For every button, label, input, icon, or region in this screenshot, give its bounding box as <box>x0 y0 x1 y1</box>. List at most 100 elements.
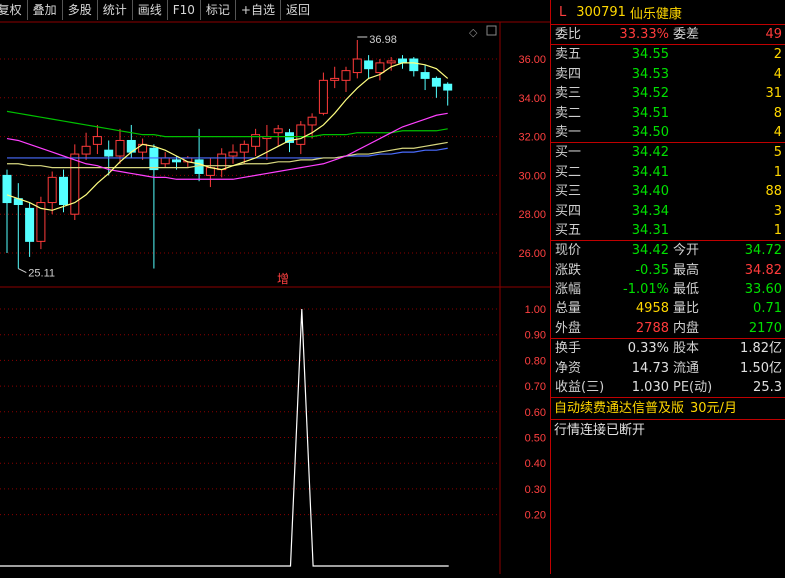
candle-body[interactable] <box>59 176 68 205</box>
weicha-label: 委差 <box>673 27 700 42</box>
stat-value: 34.72 <box>744 243 782 259</box>
stat-label: 涨幅 <box>555 282 582 298</box>
stat-label: 净资 <box>555 360 582 376</box>
ask-row[interactable]: 卖四 34.53 4 <box>551 65 785 84</box>
level-price: 34.51 <box>631 105 669 121</box>
candle-body[interactable] <box>420 72 430 79</box>
toolbar-button[interactable]: F10 <box>166 0 200 20</box>
bid-row[interactable]: 买五 34.31 1 <box>551 221 785 240</box>
stat-label: 量比 <box>673 301 700 317</box>
level-price: 34.52 <box>631 86 669 102</box>
stock-name: 仙乐健康 <box>629 6 682 22</box>
candle-body[interactable] <box>228 151 238 157</box>
level-volume: 4 <box>773 66 782 82</box>
price-tick-label: 32.00 <box>518 132 546 144</box>
candle-body[interactable] <box>239 143 249 153</box>
candle-body[interactable] <box>296 124 306 145</box>
candle-body[interactable] <box>364 60 374 70</box>
settings-box-icon[interactable] <box>486 25 497 36</box>
promo-text: 自动续费通达信普及版 <box>554 401 685 417</box>
stat-label: 内盘 <box>673 320 700 336</box>
ask-row[interactable]: 卖三 34.52 31 <box>551 84 785 103</box>
diamond-icon[interactable]: ◇ <box>469 26 478 39</box>
candle-body[interactable] <box>25 207 35 242</box>
candle-body[interactable] <box>375 62 385 74</box>
stat-label: 涨跌 <box>555 262 582 278</box>
candle-body[interactable] <box>149 147 159 171</box>
candle-body[interactable] <box>47 176 57 204</box>
toolbar-button[interactable]: 叠加 <box>26 0 62 20</box>
stat-row: 收益(三) 1.030 PE(动) 25.3 <box>551 378 785 397</box>
candle-body[interactable] <box>205 167 215 176</box>
toolbar-button[interactable]: 标记 <box>199 0 235 20</box>
indicator-tick-label: 0.50 <box>525 433 546 445</box>
candle-body[interactable] <box>341 70 351 81</box>
ask-row[interactable]: 卖二 34.51 8 <box>551 104 785 123</box>
candle-body[interactable] <box>409 58 419 72</box>
price-tick-label: 36.00 <box>518 54 546 66</box>
stat-row: 换手 0.33% 股本 1.82亿 <box>551 339 785 358</box>
stat-row: 外盘 2788 内盘 2170 <box>551 319 785 338</box>
indicator-tick-label: 0.80 <box>525 355 546 367</box>
stat-value: 14.73 <box>631 360 669 376</box>
bid-row[interactable]: 买四 34.34 3 <box>551 202 785 221</box>
bid-row[interactable]: 买三 34.40 88 <box>551 182 785 201</box>
candle-body[interactable] <box>2 174 12 204</box>
stat-value: 0.33% <box>627 341 669 357</box>
market-flag: L <box>559 4 567 20</box>
bid-row[interactable]: 买一 34.42 5 <box>551 143 785 162</box>
candle-body[interactable] <box>104 149 114 157</box>
candle-body[interactable] <box>431 77 441 87</box>
level-price: 34.42 <box>631 145 669 161</box>
high-annotation: 36.98 <box>369 34 397 46</box>
candle-body[interactable] <box>318 79 328 114</box>
connection-status: 行情连接已断开 <box>554 423 646 439</box>
candle-body[interactable] <box>273 128 283 134</box>
candle-body[interactable] <box>70 153 80 215</box>
chart-area[interactable]: 36.00 34.00 32.00 30.00 28.00 26.00 1.00 0.90 0.… <box>0 0 550 574</box>
level-label: 卖一 <box>555 124 582 140</box>
stat-label: 总量 <box>555 301 582 317</box>
low-annotation: 25.11 <box>28 268 55 280</box>
toolbar-button[interactable]: 多股 <box>61 0 97 20</box>
toolbar-button[interactable]: 返回 <box>279 0 315 20</box>
candle-body[interactable] <box>307 116 317 126</box>
ask-row[interactable]: 卖一 34.50 4 <box>551 123 785 142</box>
candle-body[interactable] <box>172 159 181 163</box>
promo-banner[interactable]: 自动续费通达信普及版 30元/月 <box>551 397 785 421</box>
candle-body[interactable] <box>92 136 102 145</box>
level-label: 卖五 <box>555 47 582 63</box>
candle-body[interactable] <box>443 83 453 91</box>
toolbar-button[interactable]: 统计 <box>96 0 132 20</box>
candle-body[interactable] <box>115 139 125 157</box>
toolbar-button[interactable]: +自选 <box>234 0 280 20</box>
level-volume: 1 <box>773 164 782 180</box>
toolbar-button[interactable]: 复权 <box>0 0 27 20</box>
ask-row[interactable]: 卖五 34.55 2 <box>551 45 785 64</box>
stat-label: 换手 <box>555 341 582 357</box>
candle-body[interactable] <box>386 60 396 64</box>
candle-body[interactable] <box>352 58 362 74</box>
indicator-tick-label: 0.20 <box>525 510 546 522</box>
stat-value: 25.3 <box>753 380 782 396</box>
level-volume: 3 <box>773 203 782 219</box>
level-label: 买二 <box>555 164 582 180</box>
indicator-tag: 增 <box>277 272 289 286</box>
bid-row[interactable]: 买二 34.41 1 <box>551 163 785 182</box>
candle-body[interactable] <box>81 145 91 155</box>
level-label: 买四 <box>555 203 582 219</box>
level-label: 买五 <box>555 222 582 238</box>
stat-row: 总量 4958 量比 0.71 <box>551 299 785 318</box>
candle-body[interactable] <box>330 77 340 81</box>
stat-value: 0.71 <box>753 301 782 317</box>
kline-chart[interactable]: 36.00 34.00 32.00 30.00 28.00 26.00 1.00 0.90 0.… <box>0 0 550 574</box>
stock-code: 300791 <box>576 4 626 20</box>
level-price: 34.50 <box>631 124 669 140</box>
level-label: 买三 <box>555 184 582 200</box>
toolbar-button[interactable]: 画线 <box>131 0 167 20</box>
candle-body[interactable] <box>217 153 227 171</box>
candle-body[interactable] <box>160 157 170 165</box>
level-label: 买一 <box>555 145 582 161</box>
candle-body[interactable] <box>138 143 148 153</box>
stat-value: 34.42 <box>631 243 669 259</box>
